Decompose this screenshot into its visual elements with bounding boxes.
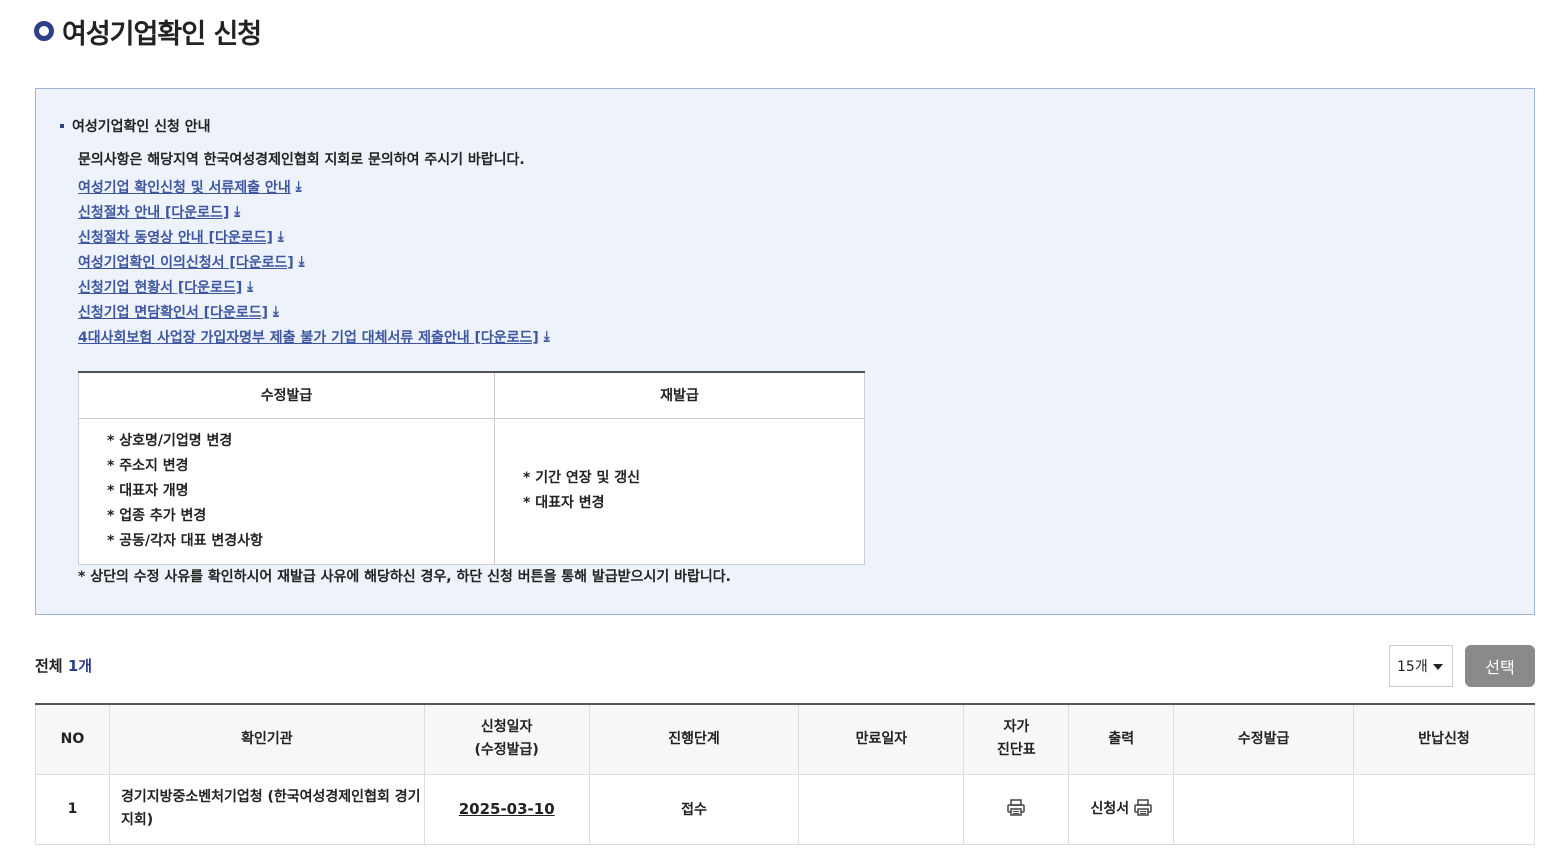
- application-table: NO 확인기관 신청일자 (수정발급) 진행단계 만료일자 자가 진단표 출력 수정…: [35, 703, 1535, 845]
- download-link-guide[interactable]: 여성기업 확인신청 및 서류제출 안내 ⤓: [78, 174, 550, 199]
- title-bullet-icon: [34, 21, 54, 41]
- select-button[interactable]: 선택: [1465, 645, 1535, 687]
- download-arrow-icon: ⤓: [543, 329, 550, 344]
- col-date: 신청일자 (수정발급): [423, 704, 590, 775]
- download-arrow-icon: ⤓: [234, 204, 241, 219]
- reissue-item: * 대표자 변경: [523, 495, 605, 511]
- col-no: NO: [35, 704, 110, 775]
- reissue-cell: * 기간 연장 및 갱신 * 대표자 변경: [494, 417, 865, 565]
- modify-item: * 대표자 개명: [107, 482, 189, 499]
- row-date-cell: 2025-03-10: [423, 773, 590, 845]
- download-arrow-icon: ⤓: [272, 304, 279, 319]
- col-print: 출력: [1068, 704, 1175, 775]
- modify-item: * 공동/각자 대표 변경사항: [107, 532, 263, 549]
- total-count-value: 1개: [67, 657, 93, 675]
- guide-heading: 여성기업확인 신청 안내: [60, 116, 211, 136]
- download-link-objection[interactable]: 여성기업확인 이의신청서 [다운로드] ⤓: [78, 249, 550, 274]
- row-self-diagnosis: [963, 773, 1070, 845]
- download-link-interview[interactable]: 신청기업 면담확인서 [다운로드] ⤓: [78, 299, 550, 324]
- page-title: 여성기업확인 신청: [34, 12, 262, 50]
- issue-type-table: 수정발급 재발급 * 상호명/기업명 변경 * 주소지 변경 * 대표자 개명 …: [78, 371, 865, 565]
- download-arrow-icon: ⤓: [295, 179, 302, 194]
- col-org: 확인기관: [108, 704, 425, 775]
- modify-issue-cell: * 상호명/기업명 변경 * 주소지 변경 * 대표자 개명 * 업종 추가 변…: [78, 417, 495, 565]
- col-expire: 만료일자: [798, 704, 965, 775]
- row-org: 경기지방중소벤처기업청 (한국여성경제인협회 경기지회): [108, 773, 425, 845]
- download-link-insurance[interactable]: 4대사회보험 사업장 가입자명부 제출 불가 기업 대체서류 제출안내 [다운로…: [78, 324, 550, 349]
- page-title-text: 여성기업확인 신청: [62, 18, 262, 50]
- printer-icon[interactable]: [1134, 799, 1152, 820]
- row-print: 신청서: [1068, 773, 1175, 845]
- col-return: 반납신청: [1353, 704, 1535, 775]
- per-page-value: 15개: [1397, 659, 1428, 675]
- download-link-list: 여성기업 확인신청 및 서류제출 안내 ⤓ 신청절차 안내 [다운로드] ⤓ 신청절…: [78, 174, 550, 349]
- reissue-item: * 기간 연장 및 갱신: [523, 470, 640, 486]
- download-link-procedure[interactable]: 신청절차 안내 [다운로드] ⤓: [78, 199, 550, 224]
- modify-item: * 상호명/기업명 변경: [107, 432, 233, 449]
- col-self-diagnosis: 자가 진단표: [963, 704, 1070, 775]
- guide-note: * 상단의 수정 사유를 확인하시어 재발급 사유에 해당하신 경우, 하단 신…: [78, 569, 731, 585]
- square-bullet-icon: [60, 124, 64, 128]
- download-link-video[interactable]: 신청절차 동영상 안내 [다운로드] ⤓: [78, 224, 550, 249]
- col-modify: 수정발급: [1173, 704, 1355, 775]
- per-page-select[interactable]: 15개: [1389, 645, 1453, 687]
- row-modify: [1173, 773, 1355, 845]
- print-application-label[interactable]: 신청서: [1090, 801, 1129, 817]
- total-label: 전체: [35, 657, 63, 675]
- modify-item: * 주소지 변경: [107, 457, 189, 474]
- row-expire: [798, 773, 965, 845]
- header-modify-issue: 수정발급: [78, 372, 495, 419]
- table-header-row: NO 확인기관 신청일자 (수정발급) 진행단계 만료일자 자가 진단표 출력 수정…: [35, 704, 1535, 775]
- row-stage: 접수: [588, 773, 800, 845]
- download-arrow-icon: ⤓: [298, 254, 305, 269]
- modify-item: * 업종 추가 변경: [107, 507, 207, 524]
- col-stage: 진행단계: [588, 704, 800, 775]
- download-link-status[interactable]: 신청기업 현황서 [다운로드] ⤓: [78, 274, 550, 299]
- total-count: 전체 1개: [35, 655, 92, 676]
- guide-heading-text: 여성기업확인 신청 안내: [72, 119, 211, 135]
- guide-description: 문의사항은 해당지역 한국여성경제인협회 지회로 문의하여 주시기 바랍니다.: [78, 152, 525, 168]
- row-no: 1: [35, 773, 110, 845]
- row-date-link[interactable]: 2025-03-10: [459, 800, 555, 818]
- guide-box: 여성기업확인 신청 안내 문의사항은 해당지역 한국여성경제인협회 지회로 문의…: [35, 88, 1535, 615]
- printer-icon[interactable]: [1007, 798, 1026, 820]
- header-reissue: 재발급: [494, 372, 865, 419]
- download-arrow-icon: ⤓: [277, 229, 284, 244]
- table-row: 1 경기지방중소벤처기업청 (한국여성경제인협회 경기지회) 2025-03-1…: [35, 773, 1535, 845]
- row-return: [1353, 773, 1535, 845]
- caret-down-icon: [1433, 664, 1443, 670]
- download-arrow-icon: ⤓: [247, 279, 253, 294]
